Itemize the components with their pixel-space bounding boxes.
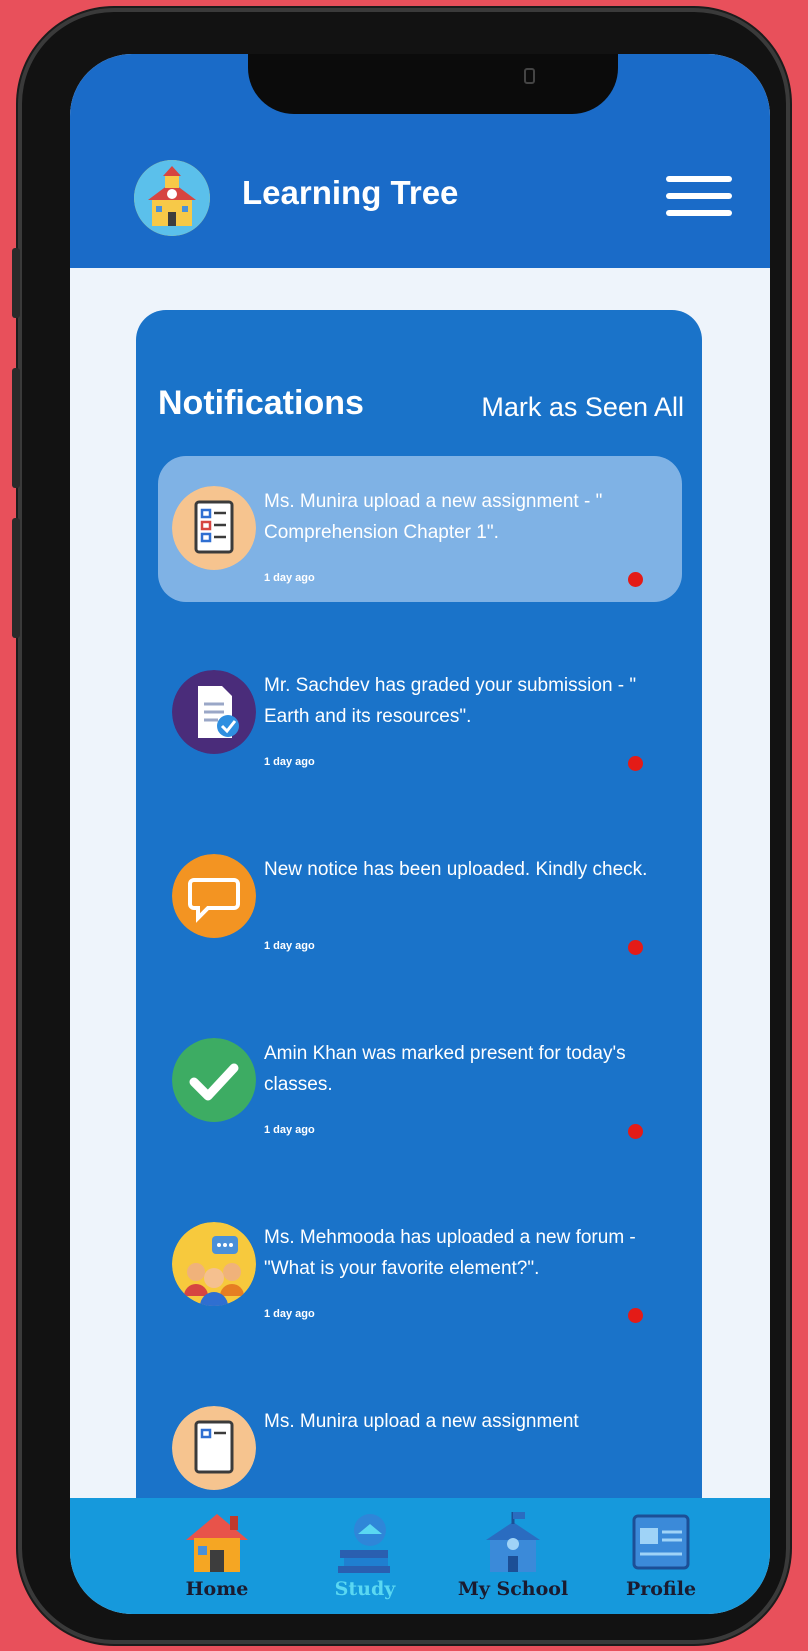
nav-item-home[interactable]: Home <box>142 1498 292 1614</box>
bottom-navigation: Home Study My School Profile <box>70 1498 770 1614</box>
notification-text: Amin Khan was marked present for today's… <box>264 1043 626 1095</box>
nav-label: Study <box>334 1578 396 1600</box>
notification-time: 1 day ago <box>264 1124 315 1136</box>
notification-text: Ms. Munira upload a new assignment <box>264 1411 579 1432</box>
school-building-icon <box>478 1510 548 1574</box>
school-logo-icon <box>134 160 210 236</box>
app-screen: Learning Tree Notifications Mark as Seen… <box>70 54 770 1614</box>
notification-text: Mr. Sachdev has graded your submission -… <box>264 675 637 727</box>
nav-item-my-school[interactable]: My School <box>438 1498 588 1614</box>
nav-label: Home <box>185 1578 249 1600</box>
hamburger-menu-icon[interactable] <box>666 176 732 222</box>
notifications-title: Notifications <box>158 384 364 422</box>
notification-text: New notice has been uploaded. Kindly che… <box>264 859 648 880</box>
chat-bubble-icon <box>172 854 256 938</box>
phone-frame: Learning Tree Notifications Mark as Seen… <box>12 8 790 1644</box>
notification-item[interactable]: Ms. Munira upload a new assignment - " C… <box>158 456 682 602</box>
notification-item[interactable]: New notice has been uploaded. Kindly che… <box>158 824 682 970</box>
app-title: Learning Tree <box>242 174 459 211</box>
side-button <box>12 248 20 318</box>
study-icon <box>330 1510 400 1574</box>
forum-group-icon <box>172 1222 256 1306</box>
side-button <box>12 518 20 638</box>
assignment-icon <box>172 486 256 570</box>
house-icon <box>182 1510 252 1574</box>
notification-time: 1 day ago <box>264 756 315 768</box>
nav-item-study[interactable]: Study <box>290 1498 440 1614</box>
notification-time: 1 day ago <box>264 940 315 952</box>
nav-label: Profile <box>625 1578 697 1600</box>
unread-dot <box>628 572 643 587</box>
mark-all-seen-button[interactable]: Mark as Seen All <box>481 392 684 423</box>
nav-item-profile[interactable]: Profile <box>586 1498 736 1614</box>
unread-dot <box>628 756 643 771</box>
notification-item[interactable]: Amin Khan was marked present for today's… <box>158 1008 682 1154</box>
notification-time: 1 day ago <box>264 572 315 584</box>
unread-dot <box>628 1124 643 1139</box>
side-button <box>12 368 20 488</box>
notification-text: Ms. Mehmooda has uploaded a new forum - … <box>264 1227 636 1279</box>
notification-text: Ms. Munira upload a new assignment - " C… <box>264 491 603 543</box>
notification-item[interactable]: Mr. Sachdev has graded your submission -… <box>158 640 682 786</box>
unread-dot <box>628 940 643 955</box>
notification-item[interactable]: Ms. Mehmooda has uploaded a new forum - … <box>158 1192 682 1338</box>
checkmark-icon <box>172 1038 256 1122</box>
graded-document-icon <box>172 670 256 754</box>
notifications-card: Notifications Mark as Seen All Ms. Munir… <box>136 310 702 1614</box>
notch <box>248 54 618 114</box>
unread-dot <box>628 1308 643 1323</box>
assignment-icon <box>172 1406 256 1490</box>
nav-label: My School <box>457 1578 569 1600</box>
notification-time: 1 day ago <box>264 1308 315 1320</box>
id-card-icon <box>626 1510 696 1574</box>
